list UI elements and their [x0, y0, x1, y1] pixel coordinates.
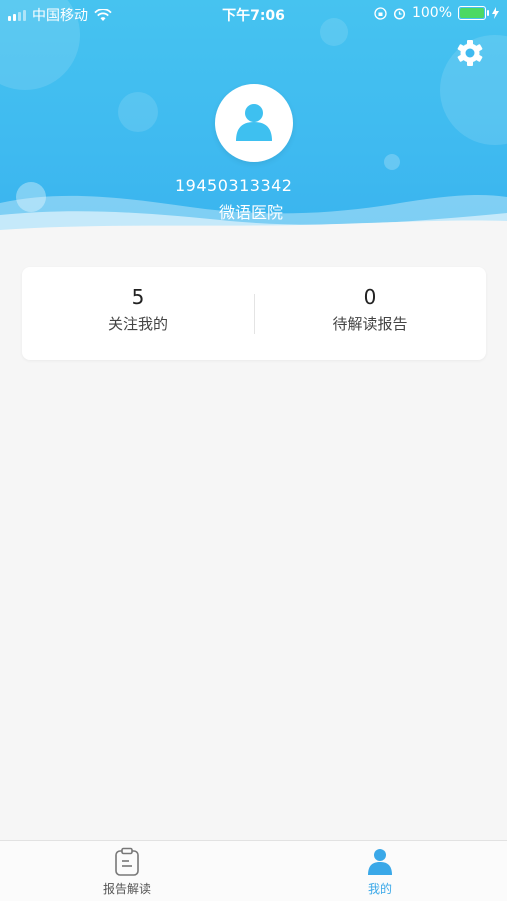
tab-mine[interactable]: 我的 — [320, 847, 440, 897]
stat-pending-value: 0 — [363, 285, 377, 309]
stats-card: 5 关注我的 0 待解读报告 — [22, 267, 486, 360]
tab-mine-label: 我的 — [367, 882, 392, 896]
decor-bubble — [118, 92, 158, 132]
charging-icon — [492, 7, 499, 19]
tab-report-reading-label: 报告解读 — [102, 882, 151, 896]
stat-followers-value: 5 — [131, 285, 145, 309]
orientation-lock-icon — [374, 6, 387, 20]
avatar[interactable] — [215, 84, 293, 162]
stat-followers[interactable]: 5 关注我的 — [22, 285, 254, 334]
status-bar: 中国移动 下午7:06 100% — [0, 0, 507, 28]
tab-report-reading[interactable]: 报告解读 — [67, 847, 187, 897]
user-icon — [368, 849, 392, 875]
stat-followers-label: 关注我的 — [107, 315, 168, 333]
stat-pending-reports[interactable]: 0 待解读报告 — [254, 285, 486, 334]
stat-pending-label: 待解读报告 — [332, 315, 408, 333]
header-wave — [0, 195, 507, 245]
battery-icon — [458, 6, 489, 20]
battery-percent: 100% — [411, 5, 452, 21]
settings-gear-icon[interactable] — [455, 38, 485, 68]
profile-header: 中国移动 下午7:06 100% 19450313342 微语医院 — [0, 0, 507, 245]
decor-bubble — [384, 154, 400, 170]
user-icon — [236, 104, 272, 141]
bottom-tab-bar: 报告解读 我的 — [0, 840, 507, 901]
clipboard-icon — [115, 847, 139, 876]
alarm-icon — [393, 7, 406, 20]
